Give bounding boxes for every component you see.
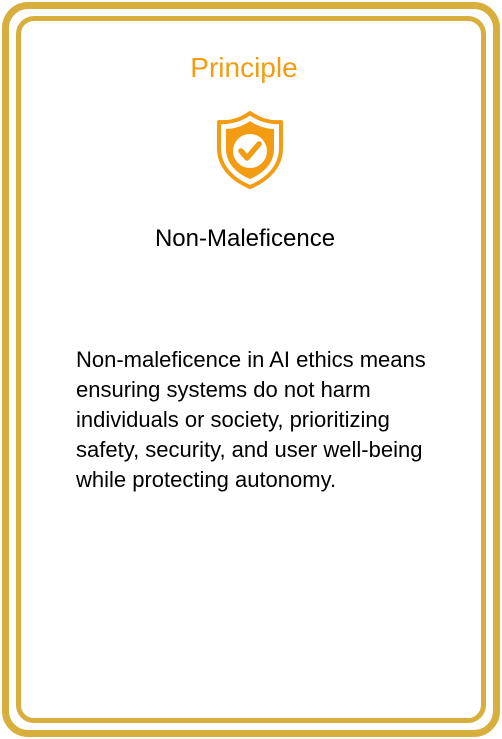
shield-check-icon bbox=[214, 110, 286, 190]
card-description: Non-maleficence in AI ethics means ensur… bbox=[76, 347, 426, 492]
card-title: Non-Maleficence bbox=[154, 225, 336, 252]
card-category: Principle bbox=[190, 52, 298, 83]
